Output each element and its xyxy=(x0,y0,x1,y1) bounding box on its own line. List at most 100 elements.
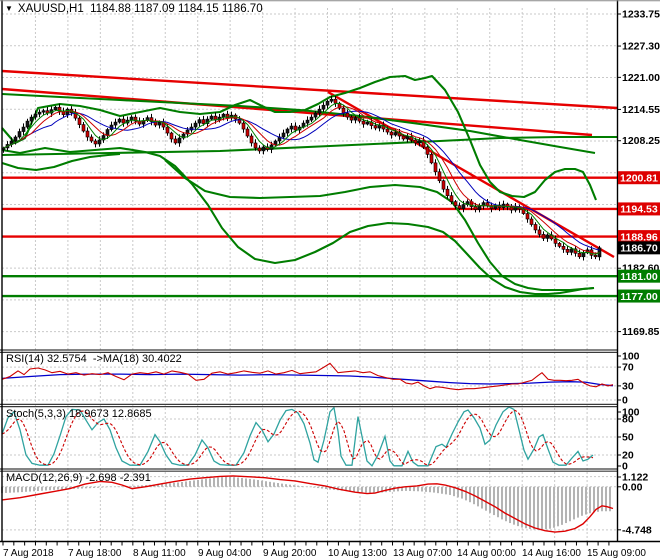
bear-candle xyxy=(557,243,562,247)
bear-candle xyxy=(453,201,458,206)
bear-candle xyxy=(541,234,546,239)
bull-candle xyxy=(261,146,266,152)
rsi-indicator-label: RSI(14) 32.5754 ->MA(18) 30.4022 xyxy=(6,353,182,365)
price-axis-label: 1233.75 xyxy=(622,9,660,21)
bear-candle xyxy=(577,253,582,258)
bear-candle xyxy=(165,126,170,134)
bear-candle xyxy=(349,116,354,121)
bear-candle xyxy=(77,117,82,125)
bull-candle xyxy=(221,113,226,118)
bull-candle xyxy=(329,98,334,102)
time-axis-label: 10 Aug 13:00 xyxy=(328,548,387,559)
price-badge-text: 1181.00 xyxy=(620,271,658,283)
bear-candle xyxy=(561,246,566,250)
bear-candle xyxy=(373,125,378,129)
bear-candle xyxy=(245,128,250,137)
bull-candle xyxy=(177,137,182,144)
bull-candle xyxy=(13,136,18,142)
bear-candle xyxy=(449,195,454,202)
price-axis-label: 1214.55 xyxy=(622,104,660,116)
bull-candle xyxy=(197,119,202,124)
price-axis-label: 1169.85 xyxy=(622,326,660,338)
price-axis-label: 1227.30 xyxy=(622,41,660,53)
bull-candle xyxy=(317,108,322,114)
bull-candle xyxy=(25,120,30,128)
rsi-scale-label: 70 xyxy=(622,362,634,374)
bear-candle xyxy=(345,112,350,118)
bull-candle xyxy=(157,121,162,126)
bear-candle xyxy=(81,124,86,132)
time-axis-label: 9 Aug 20:00 xyxy=(263,548,317,559)
bear-candle xyxy=(293,125,298,131)
stoch-scale-label: 80 xyxy=(622,414,634,426)
bull-candle xyxy=(325,100,330,106)
bear-candle xyxy=(537,229,542,235)
bull-candle xyxy=(285,128,290,134)
bull-candle xyxy=(209,115,214,120)
bull-candle xyxy=(97,139,102,145)
time-axis-label: 8 Aug 11:00 xyxy=(133,548,186,559)
bull-candle xyxy=(305,119,310,124)
bear-candle xyxy=(441,180,446,190)
bear-candle xyxy=(385,128,390,133)
bull-candle xyxy=(321,104,326,110)
stoch-scale-label: 50 xyxy=(622,432,634,444)
bear-candle xyxy=(173,138,178,144)
bull-candle xyxy=(281,132,286,138)
bear-candle xyxy=(429,154,434,164)
time-axis-label: 14 Aug 00:00 xyxy=(457,548,516,559)
bear-candle xyxy=(525,213,530,220)
time-axis-label: 15 Aug 09:00 xyxy=(587,548,646,559)
rsi-scale-label: 0 xyxy=(622,395,628,407)
symbol-dropdown-icon[interactable]: ▼ xyxy=(5,4,13,13)
bull-candle xyxy=(33,113,38,118)
bear-candle xyxy=(253,142,258,149)
bear-candle xyxy=(437,171,442,182)
macd-scale-label: -4.748 xyxy=(622,524,652,536)
bear-candle xyxy=(89,136,94,142)
bear-candle xyxy=(593,254,598,258)
rsi-scale-label: 30 xyxy=(622,380,634,392)
price-badge-text: 1194.53 xyxy=(620,204,658,216)
bear-candle xyxy=(413,139,418,144)
bear-candle xyxy=(361,120,366,125)
bear-candle xyxy=(445,188,450,196)
bull-candle xyxy=(313,112,318,118)
bear-candle xyxy=(241,122,246,130)
bull-candle xyxy=(193,122,198,128)
bull-candle xyxy=(37,111,42,115)
bear-candle xyxy=(553,238,558,244)
time-axis-label: 13 Aug 07:00 xyxy=(393,548,452,559)
bear-candle xyxy=(433,162,438,173)
time-axis-label: 7 Aug 2018 xyxy=(3,548,54,559)
stoch-indicator-label: Stoch(5,3,3) 18.9673 12.8685 xyxy=(6,408,152,420)
price-axis-label: 1208.25 xyxy=(622,135,660,147)
bear-candle xyxy=(169,132,174,140)
bull-candle xyxy=(41,110,46,113)
bull-candle xyxy=(289,125,294,130)
chart-title-text: XAUUSD,H1 1184.88 1187.09 1184.15 1186.7… xyxy=(17,3,263,15)
bull-candle xyxy=(365,121,370,125)
bull-candle xyxy=(569,248,574,253)
bull-candle xyxy=(21,126,26,132)
time-axis-label: 14 Aug 16:00 xyxy=(522,548,581,559)
price-badge-text: 1200.81 xyxy=(620,173,658,185)
bull-candle xyxy=(113,121,118,126)
bear-candle xyxy=(509,206,514,211)
macd-indicator-label: MACD(12,26,9) -2.698 -2.391 xyxy=(6,472,151,484)
bull-candle xyxy=(545,234,550,239)
price-badge-text: 1177.00 xyxy=(620,291,658,303)
time-axis-label: 9 Aug 04:00 xyxy=(198,548,252,559)
time-axis-label: 7 Aug 18:00 xyxy=(68,548,122,559)
bear-candle xyxy=(473,206,478,210)
price-axis-label: 1221.00 xyxy=(622,72,660,84)
bull-candle xyxy=(117,118,122,123)
bull-candle xyxy=(477,205,482,210)
bear-candle xyxy=(93,140,98,145)
bull-candle xyxy=(129,116,134,121)
bull-candle xyxy=(581,252,586,258)
bear-candle xyxy=(257,147,262,152)
chart-title: ▼ XAUUSD,H1 1184.88 1187.09 1184.15 1186.… xyxy=(5,3,263,15)
bull-candle xyxy=(417,140,422,144)
bear-candle xyxy=(457,205,462,209)
